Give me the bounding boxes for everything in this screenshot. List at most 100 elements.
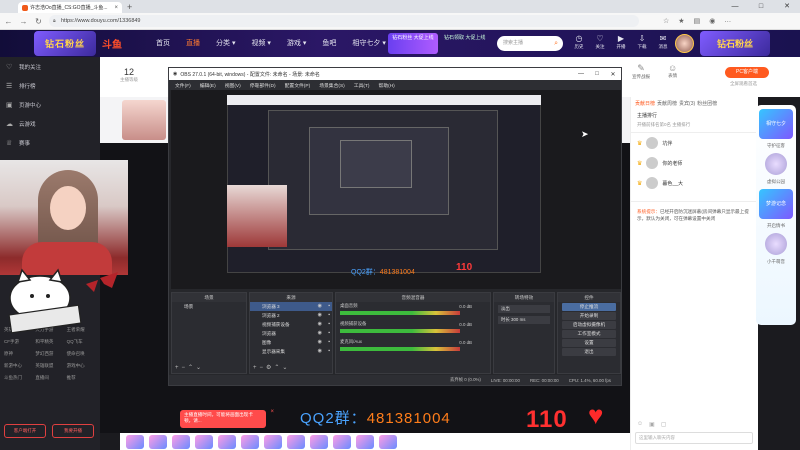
new-tab-button[interactable]: + bbox=[127, 2, 132, 12]
gift-item[interactable] bbox=[310, 434, 328, 449]
category-link[interactable]: QQ飞车 bbox=[67, 339, 98, 345]
header-promo-text[interactable]: 钻石领取 大促上线 bbox=[444, 35, 485, 42]
promo-block-title-2[interactable]: 梦游记念 bbox=[759, 189, 793, 219]
sidebar-item-follow[interactable]: ♡ 我的关注 bbox=[0, 57, 100, 76]
douyu-logo[interactable]: 斗鱼 bbox=[102, 36, 122, 51]
chat-input[interactable]: 这里输入聊天内容 bbox=[635, 432, 753, 444]
volume-meter[interactable] bbox=[340, 347, 460, 351]
category-link[interactable]: 游戏中心 bbox=[67, 363, 98, 369]
mixer-channel[interactable]: 桌面音频 0.0 dB bbox=[336, 302, 490, 320]
search-input[interactable]: 搜索主播 ⌕ bbox=[497, 36, 563, 51]
mixer-channel[interactable]: 视频捕获设备 0.0 dB bbox=[336, 320, 490, 338]
follow-button[interactable]: ♡ 关注 bbox=[593, 33, 607, 50]
category-link[interactable]: 新游中心 bbox=[4, 363, 35, 369]
diamond-fan-banner-right[interactable]: 钻石粉丝 bbox=[700, 31, 770, 56]
avatar[interactable] bbox=[675, 34, 694, 53]
rank-row[interactable]: ♛ 坑伴 bbox=[631, 133, 758, 153]
sources-toolbar[interactable]: +−⚙⌃⌄ bbox=[250, 364, 332, 373]
menu-file[interactable]: 文件(F) bbox=[175, 82, 191, 89]
collections-icon[interactable]: ▤ bbox=[694, 17, 701, 25]
lock-icon[interactable]: ▪ bbox=[328, 347, 330, 356]
gift-item[interactable] bbox=[241, 434, 259, 449]
nav-yuba[interactable]: 鱼吧 bbox=[314, 30, 344, 57]
studio-mode-button[interactable]: 工作室模式 bbox=[562, 330, 616, 338]
sidebar-item-rank[interactable]: ☰ 排行榜 bbox=[0, 76, 100, 95]
lock-icon[interactable]: ▪ bbox=[328, 320, 330, 329]
category-link[interactable]: 斗鱼热门 bbox=[4, 375, 35, 381]
eye-icon[interactable]: ◉ bbox=[318, 302, 322, 311]
category-link[interactable]: 原神 bbox=[4, 351, 35, 357]
bookmark-star-icon[interactable]: ☆ bbox=[663, 17, 669, 25]
qixi-float-promo[interactable]: 相守七夕 守护征客 虚拟公园 梦游记念 开启情书 小千萌音 bbox=[756, 105, 796, 325]
transition-duration[interactable]: 时长 300 ms bbox=[498, 316, 550, 324]
share-report-button[interactable]: ✎ 宣传战报 bbox=[632, 63, 650, 80]
eye-icon[interactable]: ◉ bbox=[318, 311, 322, 320]
gift-item[interactable] bbox=[333, 434, 351, 449]
menu-tools[interactable]: 工具(T) bbox=[354, 82, 370, 89]
promo-block-title[interactable]: 相守七夕 bbox=[759, 109, 793, 139]
minimize-button[interactable]: — bbox=[722, 0, 748, 13]
category-link[interactable]: 推荐 bbox=[67, 375, 98, 381]
diamond-fan-banner[interactable]: 钻石粉丝 bbox=[34, 31, 96, 56]
gift-item[interactable] bbox=[172, 434, 190, 449]
source-item[interactable]: 浏览器 ◉ ▪ bbox=[250, 329, 332, 338]
forward-icon[interactable]: → bbox=[19, 17, 28, 26]
category-link[interactable]: 使命召唤 bbox=[67, 351, 98, 357]
more-menu-icon[interactable]: … bbox=[724, 17, 731, 25]
category-link[interactable]: 和平精英 bbox=[35, 339, 66, 345]
emoji-icon[interactable]: ☺ bbox=[637, 421, 643, 428]
exit-button[interactable]: 退出 bbox=[562, 348, 616, 356]
source-item[interactable]: 显示器采集 ◉ ▪ bbox=[250, 347, 332, 356]
category-link[interactable]: 英雄联盟 bbox=[35, 363, 66, 369]
transition-select[interactable]: 淡出 bbox=[498, 305, 550, 313]
reload-icon[interactable]: ↻ bbox=[34, 17, 43, 26]
start-recording-button[interactable]: 开始录制 bbox=[562, 312, 616, 320]
gift-item[interactable] bbox=[218, 434, 236, 449]
volume-meter[interactable] bbox=[340, 311, 460, 315]
obs-minimize-button[interactable]: — bbox=[573, 71, 589, 78]
favorites-icon[interactable]: ★ bbox=[678, 17, 684, 25]
scenes-toolbar[interactable]: +−⌃⌄ bbox=[172, 364, 246, 373]
menu-scene-collection[interactable]: 场景集合(S) bbox=[319, 82, 345, 89]
broadcast-button[interactable]: ▶ 开播 bbox=[614, 33, 628, 50]
gift-icon[interactable]: ▣ bbox=[649, 421, 655, 428]
menu-help[interactable]: 帮助(H) bbox=[379, 82, 395, 89]
pc-client-button[interactable]: PC客户端 bbox=[725, 67, 769, 78]
notice-close-icon[interactable]: × bbox=[270, 409, 274, 415]
profile-icon[interactable]: ◉ bbox=[709, 17, 715, 25]
image-icon[interactable]: ▢ bbox=[661, 421, 667, 428]
settings-button[interactable]: 设置 bbox=[562, 339, 616, 347]
gift-item[interactable] bbox=[287, 434, 305, 449]
category-link[interactable]: 梦幻西游 bbox=[35, 351, 66, 357]
obs-preview[interactable]: QQ2群：481381004 110 bbox=[171, 90, 621, 289]
eye-icon[interactable]: ◉ bbox=[318, 329, 322, 338]
sidebar-item-esports[interactable]: ♕ 赛事 bbox=[0, 133, 100, 152]
tab-weekly-rank[interactable]: 贡献周榜 bbox=[657, 100, 677, 107]
url-field[interactable]: 🔒︎ https://www.douyu.com/1336849 bbox=[49, 15, 639, 27]
rank-row[interactable]: ♛ 暮色__大 bbox=[631, 173, 758, 193]
header-promo-banner[interactable]: 钻石粉丝 大促上线 bbox=[388, 33, 438, 54]
back-icon[interactable]: ← bbox=[4, 17, 13, 26]
history-button[interactable]: ◷ 历史 bbox=[572, 33, 586, 50]
tab-daily-rank[interactable]: 贡献日榜 bbox=[635, 100, 655, 107]
gift-item[interactable] bbox=[264, 434, 282, 449]
tab-vip[interactable]: 贵宾(3) bbox=[679, 100, 695, 107]
open-client-button[interactable]: 客户端打开 bbox=[4, 424, 46, 438]
nav-qixi[interactable]: 相守七夕 ▾ bbox=[344, 30, 393, 57]
eye-icon[interactable]: ◉ bbox=[318, 347, 322, 356]
mixer-channel[interactable]: 麦克风/Aux 0.0 dB bbox=[336, 338, 490, 356]
emoji-button[interactable]: ☺ 表情 bbox=[668, 63, 677, 79]
volume-meter[interactable] bbox=[340, 329, 460, 333]
virtual-camera-button[interactable]: 启动虚拟摄像机 bbox=[562, 321, 616, 329]
sidebar-item-webgames[interactable]: ▣ 页游中心 bbox=[0, 95, 100, 114]
start-broadcast-button[interactable]: 我要开播 bbox=[52, 424, 94, 438]
nav-home[interactable]: 首页 bbox=[148, 30, 178, 57]
tab-close-icon[interactable]: × bbox=[114, 5, 118, 11]
gift-item[interactable] bbox=[149, 434, 167, 449]
nav-video[interactable]: 视频 ▾ bbox=[243, 30, 278, 57]
obs-maximize-button[interactable]: □ bbox=[589, 71, 605, 78]
tab-fan-rank[interactable]: 粉丝团榜 bbox=[697, 100, 717, 107]
menu-view[interactable]: 视图(V) bbox=[225, 82, 241, 89]
eye-icon[interactable]: ◉ bbox=[318, 320, 322, 329]
lock-icon[interactable]: ▪ bbox=[328, 302, 330, 311]
